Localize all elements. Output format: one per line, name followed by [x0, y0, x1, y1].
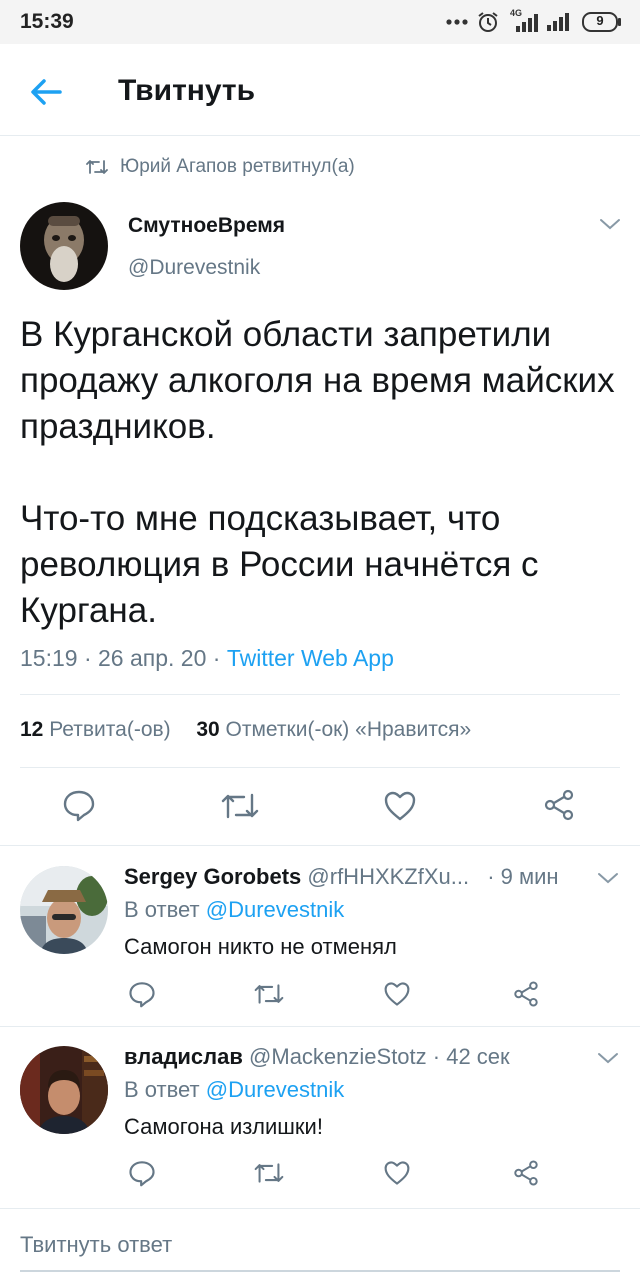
compose-underline	[20, 1270, 620, 1272]
page-title: Твитнуть	[118, 74, 256, 107]
reply-avatar[interactable]	[20, 1046, 108, 1134]
share-icon	[514, 981, 538, 1007]
divider	[0, 845, 640, 846]
chevron-down-icon	[600, 219, 620, 230]
status-icons: 4G 9	[446, 8, 622, 36]
divider	[0, 1026, 640, 1027]
reply-icon	[63, 790, 95, 822]
retweet-button[interactable]	[253, 1162, 285, 1189]
reply-time: · 42 сек	[432, 1044, 510, 1069]
alarm-icon	[478, 12, 498, 32]
reply-to-line: В ответ @Durevestnik	[124, 897, 344, 923]
reply-author-name[interactable]: Sergey Gorobets	[124, 864, 301, 889]
tweet-menu-button[interactable]	[598, 216, 622, 237]
likes-count: 30	[196, 718, 220, 741]
tweet-text: В Курганской области запретили продажу а…	[20, 315, 615, 630]
retweet-icon	[86, 160, 108, 174]
share-button[interactable]	[512, 1159, 540, 1192]
battery-level: 9	[596, 13, 604, 28]
author-handle[interactable]: @Durevestnik	[128, 256, 260, 280]
avatar-image	[20, 866, 108, 954]
likes-label: Отметки(-ок) «Нравится»	[225, 718, 472, 741]
retweet-icon	[221, 793, 259, 819]
signal-icon-2	[547, 13, 569, 31]
likes-stat[interactable]: 30 Отметки(-ок) «Нравится»	[196, 718, 471, 741]
tweet-time: 15:19	[20, 645, 78, 671]
divider	[20, 694, 620, 695]
status-bar: 15:39 4G 9	[0, 0, 640, 44]
tweet-date: 26 апр. 20	[98, 645, 207, 671]
like-button[interactable]	[383, 790, 417, 827]
arrow-left-icon	[31, 79, 62, 105]
heart-icon	[384, 982, 410, 1006]
reply-to-label: В ответ	[124, 1077, 200, 1102]
tweet-stats: 12 Ретвита(-ов) 30 Отметки(-ок) «Нравитс…	[20, 718, 471, 742]
tweet-source-link[interactable]: Twitter Web App	[227, 645, 394, 671]
reply-to-mention[interactable]: @Durevestnik	[206, 897, 345, 922]
author-name[interactable]: СмутноеВремя	[128, 214, 285, 238]
reply-text: Самогона излишки!	[124, 1114, 323, 1139]
share-icon	[544, 789, 574, 821]
reply-button[interactable]	[128, 1159, 156, 1192]
status-time: 15:39	[20, 10, 74, 33]
reply-author-handle[interactable]: @rfHHXKZfXu...	[307, 864, 469, 889]
reply-header: Sergey Gorobets @rfHHXKZfXu... · 9 мин	[124, 864, 559, 890]
more-dots-icon	[446, 19, 468, 25]
avatar-image	[20, 202, 108, 290]
retweet-icon	[254, 1163, 284, 1183]
heart-icon	[384, 1161, 410, 1185]
reply-icon	[129, 982, 155, 1008]
reply-button[interactable]	[62, 788, 96, 827]
reply-menu-button[interactable]	[596, 1050, 620, 1071]
reply-menu-button[interactable]	[596, 870, 620, 891]
share-button[interactable]	[542, 788, 576, 827]
retweeted-by-text: Юрий Агапов ретвитнул(а)	[120, 156, 355, 177]
reply-button[interactable]	[128, 980, 156, 1013]
reply-time: · 9 мин	[487, 864, 559, 889]
reply-text: Самогон никто не отменял	[124, 934, 397, 959]
chevron-down-icon	[598, 1053, 618, 1064]
retweet-icon	[254, 984, 284, 1004]
retweets-label: Ретвита(-ов)	[49, 718, 171, 741]
reply-avatar[interactable]	[20, 866, 108, 954]
reply-to-line: В ответ @Durevestnik	[124, 1077, 344, 1103]
reply-to-label: В ответ	[124, 897, 200, 922]
chevron-down-icon	[598, 873, 618, 884]
divider	[20, 767, 620, 768]
reply-compose-input[interactable]: Твитнуть ответ	[20, 1232, 172, 1258]
reply-to-mention[interactable]: @Durevestnik	[206, 1077, 345, 1102]
battery-icon: 9	[582, 12, 622, 32]
signal-4g: 4G	[508, 8, 538, 34]
retweets-count: 12	[20, 718, 44, 741]
retweet-button[interactable]	[220, 792, 260, 825]
reply-header: владислав @MackenzieStotz · 42 сек	[124, 1044, 510, 1070]
retweet-button[interactable]	[253, 983, 285, 1010]
like-button[interactable]	[383, 981, 411, 1012]
reply-icon	[129, 1161, 155, 1187]
reply-author-name[interactable]: владислав	[124, 1044, 243, 1069]
reply-author-handle[interactable]: @MackenzieStotz	[249, 1044, 427, 1069]
tweet-meta: 15:19 · 26 апр. 20 · Twitter Web App	[20, 645, 394, 671]
avatar-image	[20, 1046, 108, 1134]
share-button[interactable]	[512, 980, 540, 1013]
author-avatar[interactable]	[20, 202, 108, 290]
app-header: Твитнуть	[0, 44, 640, 136]
retweets-stat[interactable]: 12 Ретвита(-ов)	[20, 718, 171, 741]
heart-icon	[384, 791, 416, 821]
like-button[interactable]	[383, 1160, 411, 1191]
back-button[interactable]	[26, 72, 66, 112]
share-icon	[514, 1160, 538, 1186]
divider	[0, 1208, 640, 1209]
retweeted-by[interactable]: Юрий Агапов ретвитнул(а)	[86, 156, 355, 178]
signal-icon	[516, 14, 538, 32]
